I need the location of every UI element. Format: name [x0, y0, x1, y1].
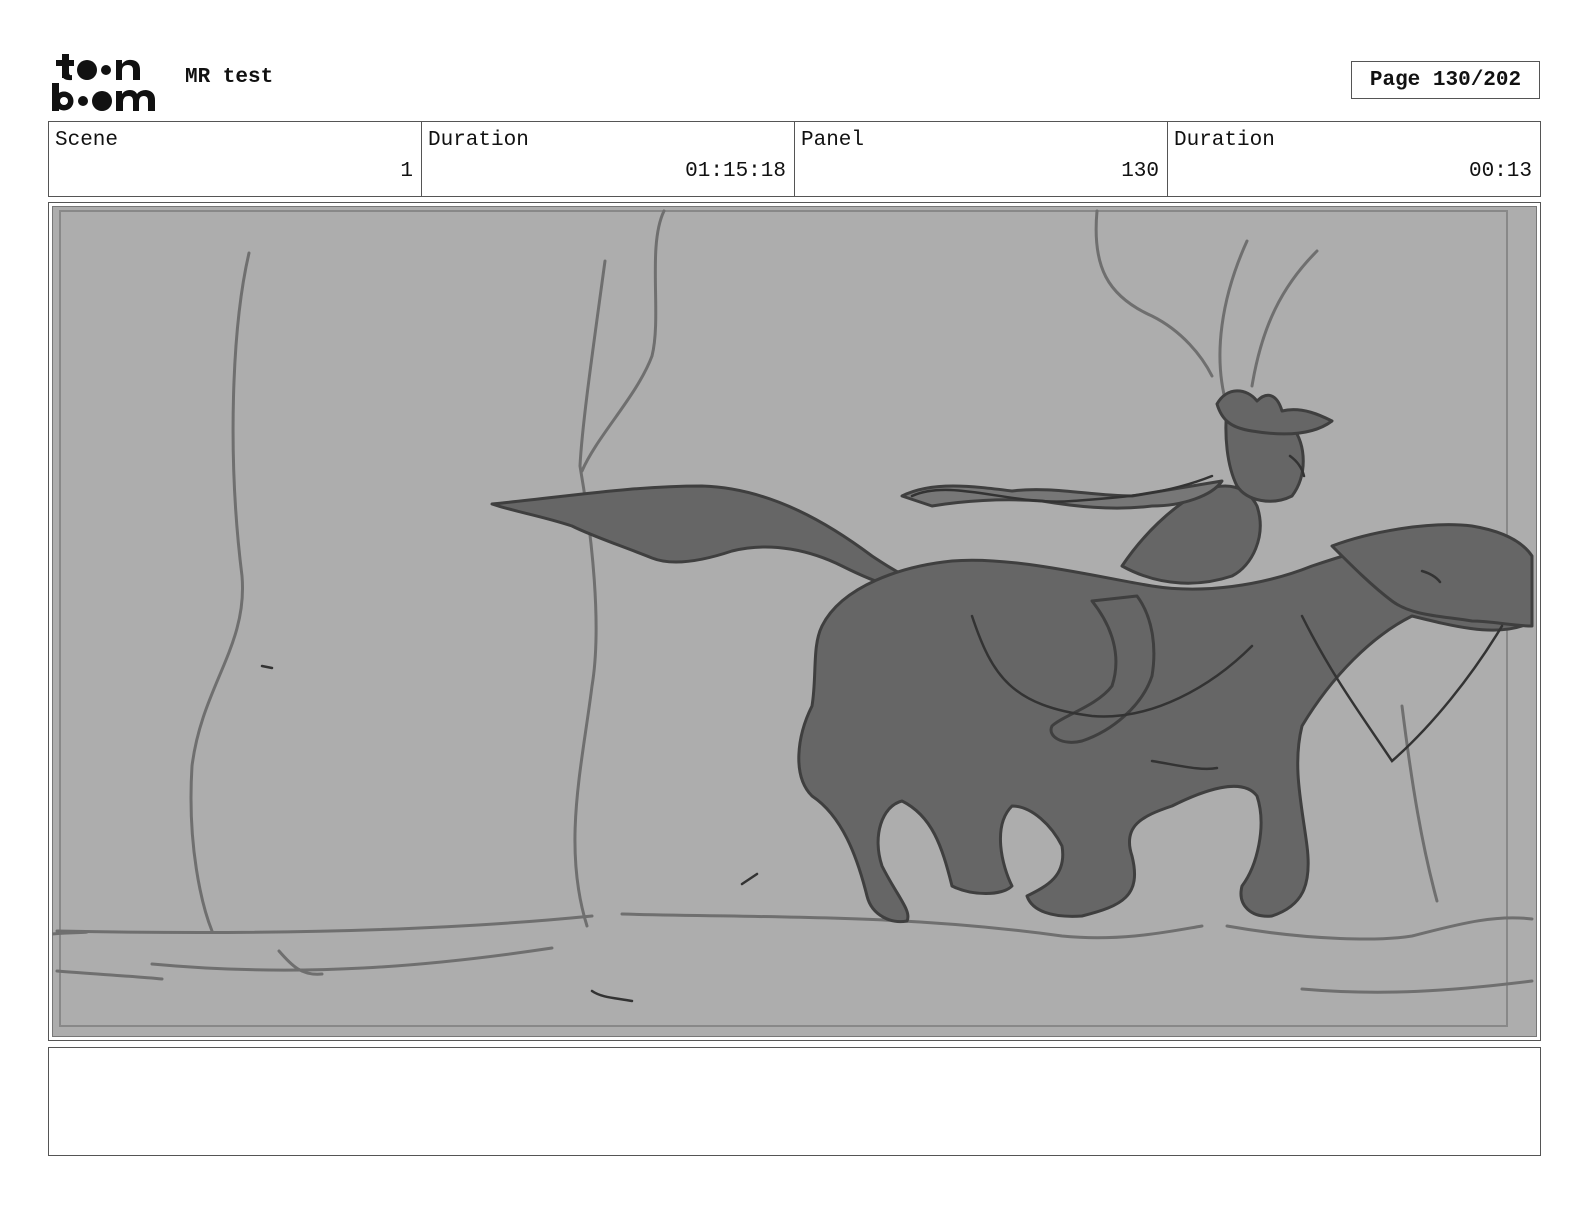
scene-cell: Scene 1 [49, 122, 421, 196]
panel-info-table: Scene 1 Duration 01:15:18 Panel 130 Dura… [48, 121, 1541, 197]
scene-duration-value: 01:15:18 [685, 160, 786, 183]
panel-duration-label: Duration [1174, 129, 1275, 152]
panel-duration-cell: Duration 00:13 [1167, 122, 1540, 196]
panel-duration-value: 00:13 [1468, 160, 1532, 183]
toon-boom-logo [50, 50, 165, 112]
panel-label: Panel [801, 129, 865, 152]
panel-cell: Panel 130 [794, 122, 1167, 196]
project-title: MR test [185, 66, 274, 89]
scene-value: 1 [400, 160, 413, 183]
storyboard-sketch-image [52, 206, 1537, 1037]
scene-label: Scene [55, 129, 119, 152]
scene-duration-cell: Duration 01:15:18 [421, 122, 794, 196]
panel-value: 130 [1121, 160, 1159, 183]
scene-duration-label: Duration [428, 129, 529, 152]
page-number: Page 130/202 [1351, 61, 1540, 99]
storyboard-panel [48, 202, 1541, 1041]
panel-notes-box [48, 1047, 1541, 1156]
